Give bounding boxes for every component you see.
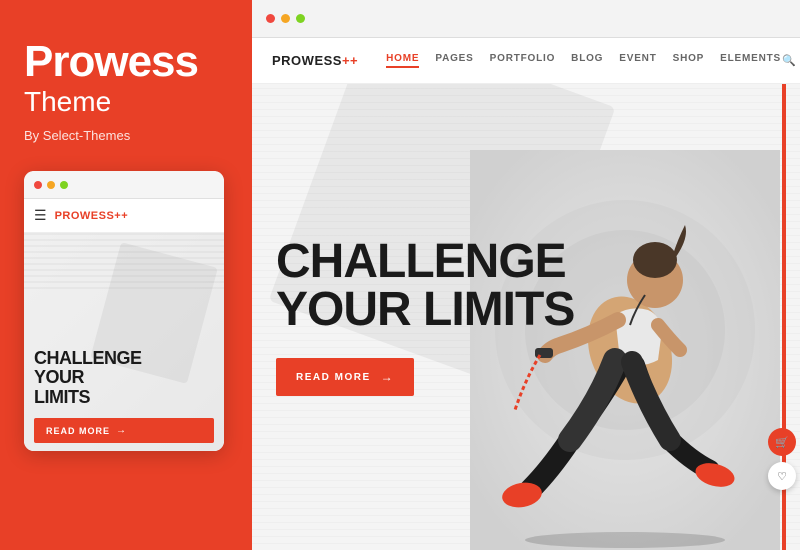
- right-panel: PROWESS++ HOME PAGES PORTFOLIO BLOG EVEN…: [248, 0, 800, 550]
- mobile-nav-bar: ☰ PROWESS++: [24, 199, 224, 233]
- nav-item-event[interactable]: EVENT: [619, 53, 656, 68]
- left-panel: Prowess Theme By Select-Themes ☰ PROWESS…: [0, 0, 248, 550]
- mobile-headline: CHALLENGE YOUR LIMITS: [34, 349, 214, 408]
- mobile-dot-red: [34, 181, 42, 189]
- browser-dot-green: [296, 14, 305, 23]
- side-icons: 🛒 ♡: [768, 428, 796, 490]
- nav-icons: 🔍 🛒 ☰: [781, 53, 800, 69]
- hero-content: CHALLENGE YOUR LIMITS READ MORE →: [252, 238, 598, 396]
- nav-links: HOME PAGES PORTFOLIO BLOG EVENT SHOP ELE…: [386, 53, 781, 68]
- theme-by: By Select-Themes: [24, 128, 130, 143]
- nav-item-shop[interactable]: SHOP: [673, 53, 705, 68]
- mobile-hero: CHALLENGE YOUR LIMITS READ MORE →: [24, 233, 224, 451]
- mobile-cta-button[interactable]: READ MORE →: [34, 418, 214, 443]
- theme-subtitle: Theme: [24, 86, 111, 118]
- nav-item-home[interactable]: HOME: [386, 53, 419, 68]
- arrow-icon: →: [381, 370, 395, 384]
- nav-item-pages[interactable]: PAGES: [435, 53, 473, 68]
- hero-headline: CHALLENGE YOUR LIMITS: [276, 238, 574, 334]
- site-navigation: PROWESS++ HOME PAGES PORTFOLIO BLOG EVEN…: [252, 38, 800, 84]
- mobile-dot-yellow: [47, 181, 55, 189]
- hero-section: CHALLENGE YOUR LIMITS READ MORE →: [252, 84, 800, 550]
- theme-title: Prowess: [24, 40, 198, 84]
- search-icon[interactable]: 🔍: [781, 53, 797, 69]
- floating-cart-icon[interactable]: 🛒: [768, 428, 796, 456]
- site-logo: PROWESS++: [272, 53, 358, 68]
- floating-wishlist-icon[interactable]: ♡: [768, 462, 796, 490]
- browser-dot-yellow: [281, 14, 290, 23]
- nav-item-elements[interactable]: ELEMENTS: [720, 53, 781, 68]
- browser-chrome: [252, 0, 800, 38]
- browser-dot-red: [266, 14, 275, 23]
- hamburger-icon[interactable]: ☰: [34, 207, 47, 224]
- hero-cta-button[interactable]: READ MORE →: [276, 358, 414, 396]
- mobile-top-bar: [24, 171, 224, 199]
- mobile-dot-green: [60, 181, 68, 189]
- arrow-icon: →: [116, 425, 127, 436]
- nav-item-portfolio[interactable]: PORTFOLIO: [490, 53, 556, 68]
- mobile-logo: PROWESS++: [55, 210, 129, 222]
- nav-item-blog[interactable]: BLOG: [571, 53, 603, 68]
- mobile-mockup: ☰ PROWESS++ CHALLENGE YOUR LIMITS READ M…: [24, 171, 224, 451]
